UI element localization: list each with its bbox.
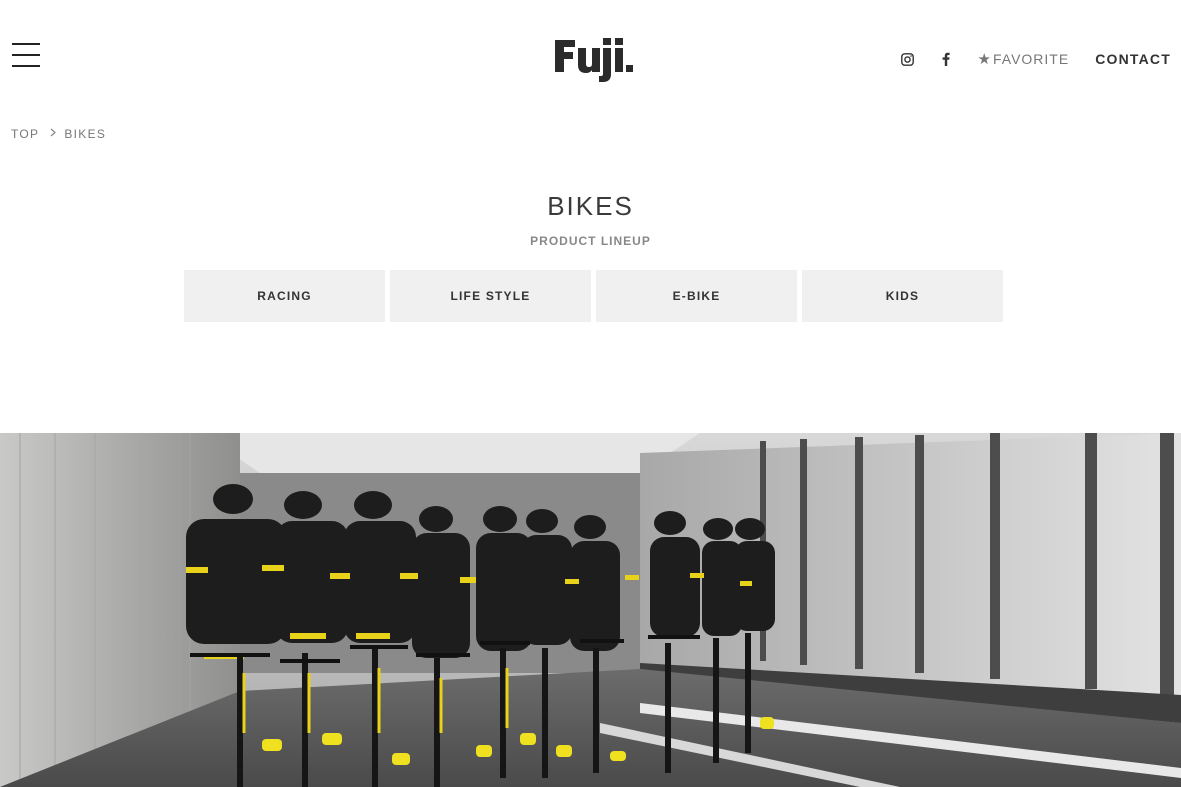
tab-e-bike[interactable]: E-BIKE <box>596 270 797 322</box>
breadcrumb: TOP BIKES <box>11 127 106 141</box>
site-header: ★ FAVORITE CONTACT <box>0 0 1181 110</box>
header-nav: ★ FAVORITE CONTACT <box>900 49 1171 69</box>
breadcrumb-item-top[interactable]: TOP <box>11 127 39 141</box>
hamburger-menu-icon[interactable] <box>12 43 40 67</box>
hero-image <box>0 433 1181 787</box>
breadcrumb-item-bikes[interactable]: BIKES <box>64 127 106 141</box>
category-tabs: RACING LIFE STYLE E-BIKE KIDS <box>184 270 1003 322</box>
instagram-icon[interactable] <box>900 51 916 67</box>
cyclists-in-tunnel-photo <box>0 433 1181 787</box>
favorite-link[interactable]: ★ FAVORITE <box>978 50 1070 68</box>
star-icon: ★ <box>977 51 992 68</box>
tab-kids[interactable]: KIDS <box>802 270 1003 322</box>
page-title: BIKES <box>547 191 634 221</box>
chevron-right-icon <box>50 128 57 140</box>
contact-link[interactable]: CONTACT <box>1095 51 1171 67</box>
favorite-label: FAVORITE <box>993 51 1070 67</box>
page-subtitle: PRODUCT LINEUP <box>530 234 651 248</box>
tab-racing[interactable]: RACING <box>184 270 385 322</box>
facebook-icon[interactable] <box>938 51 954 67</box>
tab-life-style[interactable]: LIFE STYLE <box>390 270 591 322</box>
fuji-logo[interactable] <box>553 34 639 84</box>
